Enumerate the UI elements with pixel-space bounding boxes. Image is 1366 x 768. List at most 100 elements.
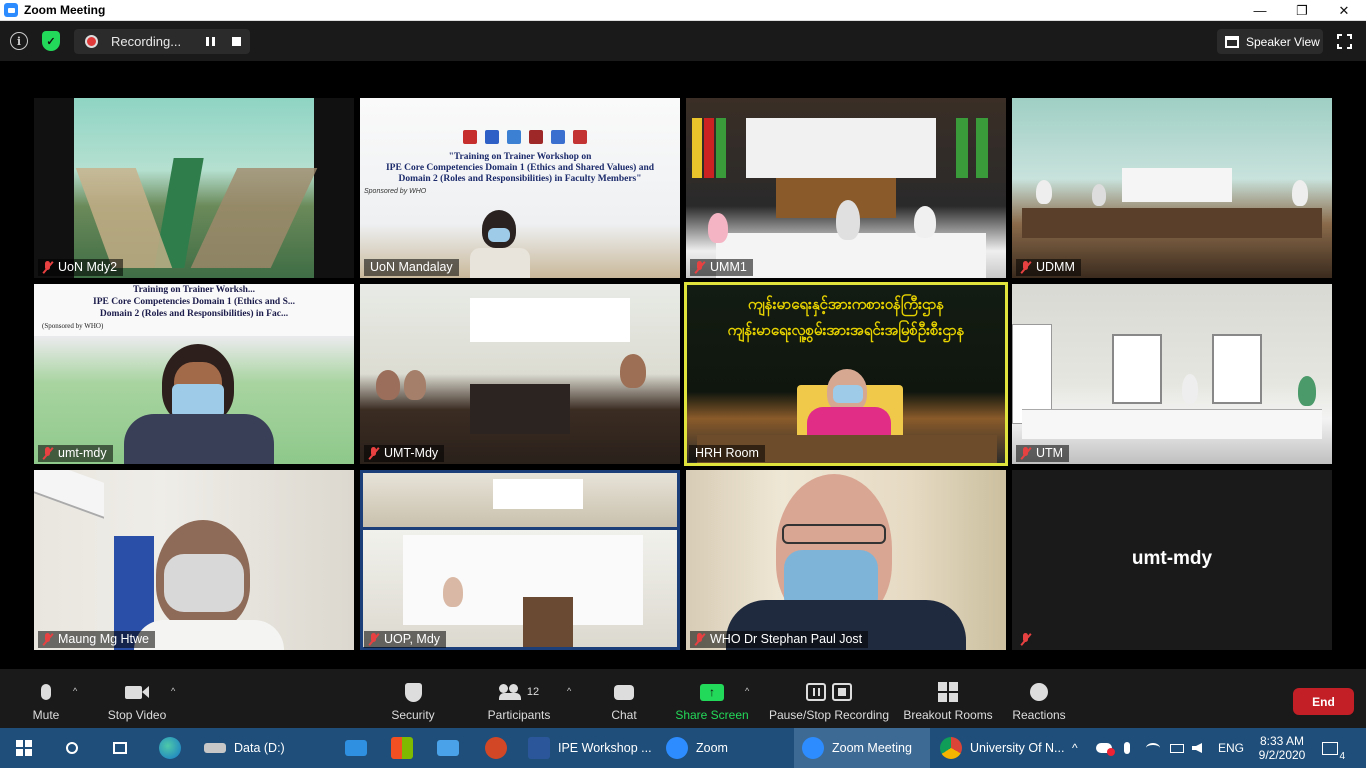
video-tile[interactable]: UTM (1012, 284, 1332, 464)
video-feed (74, 98, 318, 278)
participant-name: UoN Mdy2 (38, 259, 124, 276)
taskbar-drive[interactable]: Data (D:) (196, 728, 332, 768)
video-tile-active-speaker[interactable]: ကျန်းမာရေးနှင့်အားကစားဝန်ကြီးဌာန ကျန်းမာ… (684, 282, 1008, 466)
task-view-button[interactable] (96, 728, 144, 768)
video-feed: ကျန်းမာရေးနှင့်အားကစားဝန်ကြီးဌာန ကျန်းမာ… (687, 285, 1005, 463)
taskbar-mail[interactable] (334, 728, 378, 768)
video-feed: Training on Trainer Worksh... IPE Core C… (34, 284, 354, 464)
windows-taskbar: Data (D:) IPE Workshop ... Zoom Zoom Mee… (0, 728, 1366, 768)
participants-button[interactable]: 12 Participants (484, 669, 554, 728)
tray-time: 8:33 AM (1259, 734, 1305, 748)
banner-text: Training on Trainer Worksh... (132, 285, 256, 295)
security-shield-icon (401, 682, 425, 702)
stop-video-button[interactable]: Stop Video (104, 669, 170, 728)
mic-muted-icon (42, 633, 54, 646)
store-icon (391, 737, 413, 759)
share-options-caret[interactable]: ^ (745, 686, 749, 696)
reactions-label: Reactions (1012, 708, 1066, 722)
tray-date: 9/2/2020 (1258, 748, 1306, 762)
tray-battery-icon[interactable] (1170, 728, 1184, 768)
minimize-button[interactable]: — (1238, 0, 1282, 21)
taskbar-chrome[interactable]: University Of N... (932, 728, 1064, 768)
taskbar-zoom-meeting-label: Zoom Meeting (832, 741, 912, 755)
meeting-toolbar: Mute ^ Stop Video ^ Security 12 Particip… (0, 669, 1366, 728)
search-button[interactable] (48, 728, 96, 768)
meeting-topbar: i Recording... Speaker View (0, 21, 1366, 61)
security-label: Security (391, 708, 435, 722)
video-tile[interactable]: WHO Dr Stephan Paul Jost (686, 470, 1006, 650)
start-button[interactable] (0, 728, 48, 768)
mic-muted-icon (1020, 447, 1032, 460)
encryption-shield-icon[interactable] (42, 31, 60, 51)
taskbar-edge[interactable] (148, 728, 192, 768)
participants-options-caret[interactable]: ^ (567, 686, 571, 696)
participants-label: Participants (487, 708, 551, 722)
video-tile[interactable]: Maung Mg Htwe (34, 470, 354, 650)
participants-icon: 12 (494, 682, 544, 702)
taskbar-zoom[interactable]: Zoom (658, 728, 792, 768)
taskbar-zoom-label: Zoom (696, 741, 728, 755)
video-feed (34, 470, 354, 650)
video-tile[interactable]: UMM1 (686, 98, 1006, 278)
participant-name: UTM (1016, 445, 1070, 462)
mute-button[interactable]: Mute (26, 669, 66, 728)
task-view-icon (113, 742, 127, 754)
security-button[interactable]: Security (388, 669, 438, 728)
tray-clock[interactable]: 8:33 AM 9/2/2020 (1254, 728, 1310, 768)
taskbar-zoom-meeting[interactable]: Zoom Meeting (794, 728, 930, 768)
record-dot-icon (85, 35, 98, 48)
taskbar-powerpoint[interactable] (474, 728, 518, 768)
breakout-rooms-button[interactable]: Breakout Rooms (902, 669, 994, 728)
reactions-smiley-icon (1027, 682, 1051, 702)
end-meeting-button[interactable]: End (1293, 688, 1354, 715)
video-tile[interactable]: Training on Trainer Worksh... IPE Core C… (34, 284, 354, 464)
video-feed: "Training on Trainer Workshop on IPE Cor… (360, 98, 680, 278)
taskbar-chrome-label: University Of N... (970, 741, 1065, 755)
restore-button[interactable]: ❐ (1280, 0, 1324, 21)
tray-microphone-icon[interactable] (1124, 728, 1130, 768)
stop-video-label: Stop Video (107, 708, 167, 722)
tray-volume-icon[interactable] (1192, 728, 1202, 768)
pause-recording-icon[interactable] (206, 37, 215, 46)
tray-wifi-icon[interactable] (1146, 728, 1160, 768)
notifications-button[interactable]: 4 (1322, 728, 1345, 768)
taskbar-store[interactable] (380, 728, 424, 768)
close-button[interactable]: ✕ (1322, 0, 1366, 21)
tray-overflow[interactable]: ^ (1072, 728, 1078, 768)
reactions-button[interactable]: Reactions (1010, 669, 1068, 728)
participant-name: UoN Mandalay (364, 259, 459, 276)
participants-count: 12 (526, 686, 540, 698)
tray-chevron-icon: ^ (1072, 741, 1078, 755)
video-tile[interactable]: "Training on Trainer Workshop on IPE Cor… (360, 98, 680, 278)
banner-sponsor: Sponsored by WHO (364, 188, 427, 195)
mic-muted-icon (368, 447, 380, 460)
audio-options-caret[interactable]: ^ (73, 686, 77, 696)
banner-text: "Training on Trainer Workshop on (448, 152, 592, 162)
chat-button[interactable]: Chat (606, 669, 642, 728)
pause-stop-recording-button[interactable]: Pause/Stop Recording (768, 669, 890, 728)
speaker-view-button[interactable]: Speaker View (1217, 29, 1323, 54)
share-screen-button[interactable]: ↑ Share Screen (675, 669, 749, 728)
taskbar-word[interactable]: IPE Workshop ... (520, 728, 656, 768)
video-options-caret[interactable]: ^ (171, 686, 175, 696)
tray-sync-icon[interactable] (1096, 728, 1115, 768)
video-tile[interactable]: UOP, Mdy (360, 470, 680, 650)
banner-text: Domain 2 (Roles and Responsibilities) in… (398, 174, 642, 184)
video-tile[interactable]: UMT-Mdy (360, 284, 680, 464)
video-tile[interactable]: UoN Mdy2 (34, 98, 354, 278)
fullscreen-icon[interactable] (1337, 34, 1352, 49)
mail-icon (345, 740, 367, 756)
search-icon (66, 742, 78, 754)
participant-name: umt-mdy (38, 445, 113, 462)
banner-text: IPE Core Competencies Domain 1 (Ethics a… (385, 163, 655, 173)
video-tile-video-off[interactable]: umt-mdy (1012, 470, 1332, 650)
video-tile[interactable]: UDMM (1012, 98, 1332, 278)
video-feed (1012, 284, 1332, 464)
recording-label: Recording... (111, 34, 182, 49)
chat-label: Chat (611, 708, 637, 722)
stop-recording-icon[interactable] (232, 37, 241, 46)
mute-label: Mute (32, 708, 60, 722)
taskbar-remote[interactable] (426, 728, 470, 768)
tray-language[interactable]: ENG (1218, 728, 1244, 768)
meeting-info-icon[interactable]: i (10, 32, 28, 50)
